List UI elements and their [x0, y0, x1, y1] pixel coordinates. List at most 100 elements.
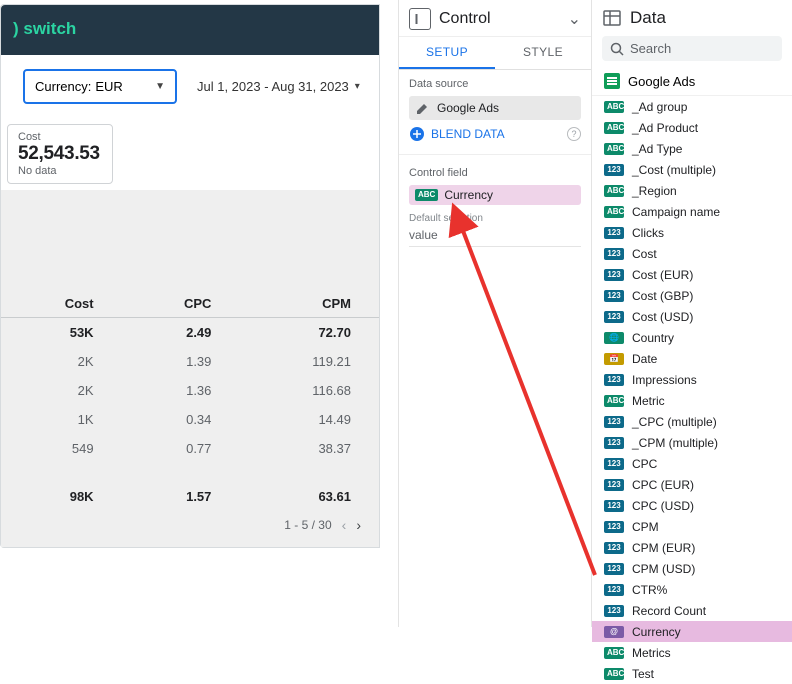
field-label: _Ad Product: [632, 121, 698, 135]
type-badge-icon: 📅: [604, 353, 624, 365]
tab-style[interactable]: STYLE: [495, 37, 591, 69]
scorecard-cost[interactable]: Cost 52,543.53 No data: [7, 124, 113, 184]
field-item[interactable]: 🌐Country: [592, 327, 792, 348]
pencil-icon: [415, 100, 431, 116]
field-item[interactable]: ABCMetric: [592, 390, 792, 411]
table-cell: 2K: [1, 376, 122, 405]
table-row[interactable]: 53K2.4972.70: [1, 318, 379, 348]
field-item[interactable]: 123CPC (EUR): [592, 474, 792, 495]
field-label: Record Count: [632, 604, 706, 618]
panel-title: Control: [439, 10, 560, 28]
field-item[interactable]: 123Cost (EUR): [592, 264, 792, 285]
field-item[interactable]: 123CPC (USD): [592, 495, 792, 516]
chevron-right-icon[interactable]: ›: [356, 517, 361, 533]
table-row[interactable]: 1K0.3414.49: [1, 405, 379, 434]
blend-data-button[interactable]: BLEND DATA: [431, 127, 505, 141]
field-item[interactable]: 123_CPC (multiple): [592, 411, 792, 432]
table-cell: 72.70: [239, 318, 379, 348]
type-badge-icon: ABC: [604, 206, 624, 218]
table-row[interactable]: 2K1.39119.21: [1, 347, 379, 376]
field-item[interactable]: ABC_Region: [592, 180, 792, 201]
table-cell: 38.37: [239, 434, 379, 463]
default-selection-label: Default selection: [409, 213, 581, 224]
table-row[interactable]: 5490.7738.37: [1, 434, 379, 463]
date-range-control[interactable]: Jul 1, 2023 - Aug 31, 2023 ▾: [197, 79, 360, 94]
field-item[interactable]: 123_CPM (multiple): [592, 432, 792, 453]
field-label: _Region: [632, 184, 677, 198]
type-badge-icon: ABC: [604, 395, 624, 407]
field-item[interactable]: @Currency: [592, 621, 792, 642]
chevron-down-icon[interactable]: ⌄: [568, 9, 581, 29]
field-item[interactable]: 123Impressions: [592, 369, 792, 390]
scorecard-value: 52,543.53: [18, 143, 100, 165]
search-input[interactable]: Search: [602, 36, 782, 61]
currency-value: EUR: [95, 79, 122, 94]
card-title: ) switch: [1, 5, 379, 55]
field-item[interactable]: 123CPM (EUR): [592, 537, 792, 558]
field-label: Clicks: [632, 226, 664, 240]
field-label: Campaign name: [632, 205, 720, 219]
field-label: Cost (GBP): [632, 289, 693, 303]
type-badge-icon: 123: [604, 227, 624, 239]
data-icon: [602, 8, 622, 28]
field-label: _Ad Type: [632, 142, 682, 156]
field-item[interactable]: 123CPM (USD): [592, 558, 792, 579]
report-table[interactable]: Cost CPC CPM 53K2.4972.702K1.39119.212K1…: [1, 278, 379, 547]
field-item[interactable]: 123Record Count: [592, 600, 792, 621]
field-label: Cost (USD): [632, 310, 693, 324]
data-source-chip[interactable]: Google Ads: [409, 96, 581, 120]
field-item[interactable]: ABC _Ad Type: [592, 138, 792, 159]
search-icon: [610, 42, 624, 56]
type-badge-icon: 123: [604, 584, 624, 596]
type-badge-icon: ABC: [604, 143, 624, 155]
google-ads-icon: [604, 73, 620, 89]
col-header[interactable]: Cost: [1, 288, 122, 318]
info-icon[interactable]: ?: [567, 127, 581, 141]
field-item[interactable]: 📅Date: [592, 348, 792, 369]
type-badge-icon: 123: [604, 290, 624, 302]
field-item[interactable]: 123CTR%: [592, 579, 792, 600]
table-cell: 549: [1, 434, 122, 463]
table-cell: 0.34: [122, 405, 240, 434]
panel-title: Data: [630, 8, 666, 28]
control-panel: Control ⌄ SETUP STYLE Data source Google…: [398, 0, 592, 627]
field-item[interactable]: ABC_Ad group: [592, 96, 792, 117]
field-item[interactable]: ABC Metrics: [592, 642, 792, 663]
type-badge-icon: 123: [604, 500, 624, 512]
field-item[interactable]: 123CPM: [592, 516, 792, 537]
control-field-chip[interactable]: ABC Currency: [409, 185, 581, 205]
field-item[interactable]: 123 Cost (GBP): [592, 285, 792, 306]
type-badge-icon: 123: [604, 164, 624, 176]
table-cell: 119.21: [239, 347, 379, 376]
data-source-row[interactable]: Google Ads: [592, 67, 792, 96]
type-badge-icon: 123: [604, 479, 624, 491]
type-badge-icon: 🌐: [604, 332, 624, 344]
type-badge-icon: ABC: [604, 647, 624, 659]
col-header[interactable]: CPM: [239, 288, 379, 318]
field-label: CPM (USD): [632, 562, 695, 576]
total-cell: 98K: [1, 463, 122, 511]
field-item[interactable]: 123_Cost (multiple): [592, 159, 792, 180]
field-item[interactable]: 123Cost: [592, 243, 792, 264]
report-canvas: ) switch Currency: EUR ▼ Jul 1, 2023 - A…: [0, 0, 394, 627]
type-badge-icon: ABC: [604, 122, 624, 134]
currency-control[interactable]: Currency: EUR ▼: [23, 69, 177, 104]
tab-setup[interactable]: SETUP: [399, 37, 495, 69]
field-item[interactable]: 123CPC: [592, 453, 792, 474]
field-item[interactable]: ABCTest: [592, 663, 792, 684]
field-label: Impressions: [632, 373, 697, 387]
field-item[interactable]: ABC Campaign name: [592, 201, 792, 222]
type-badge-icon: 123: [604, 521, 624, 533]
chevron-left-icon[interactable]: ‹: [342, 517, 347, 533]
field-label: Metrics: [632, 646, 671, 660]
field-item[interactable]: ABC _Ad Product: [592, 117, 792, 138]
chevron-down-icon: ▾: [355, 81, 360, 92]
col-header[interactable]: CPC: [122, 288, 240, 318]
type-badge-icon: 123: [604, 542, 624, 554]
table-row[interactable]: 2K1.36116.68: [1, 376, 379, 405]
control-icon: [409, 8, 431, 30]
default-selection-input[interactable]: value: [409, 224, 581, 247]
field-item[interactable]: 123 Clicks: [592, 222, 792, 243]
field-item[interactable]: 123Cost (USD): [592, 306, 792, 327]
type-badge-icon: @: [604, 626, 624, 638]
